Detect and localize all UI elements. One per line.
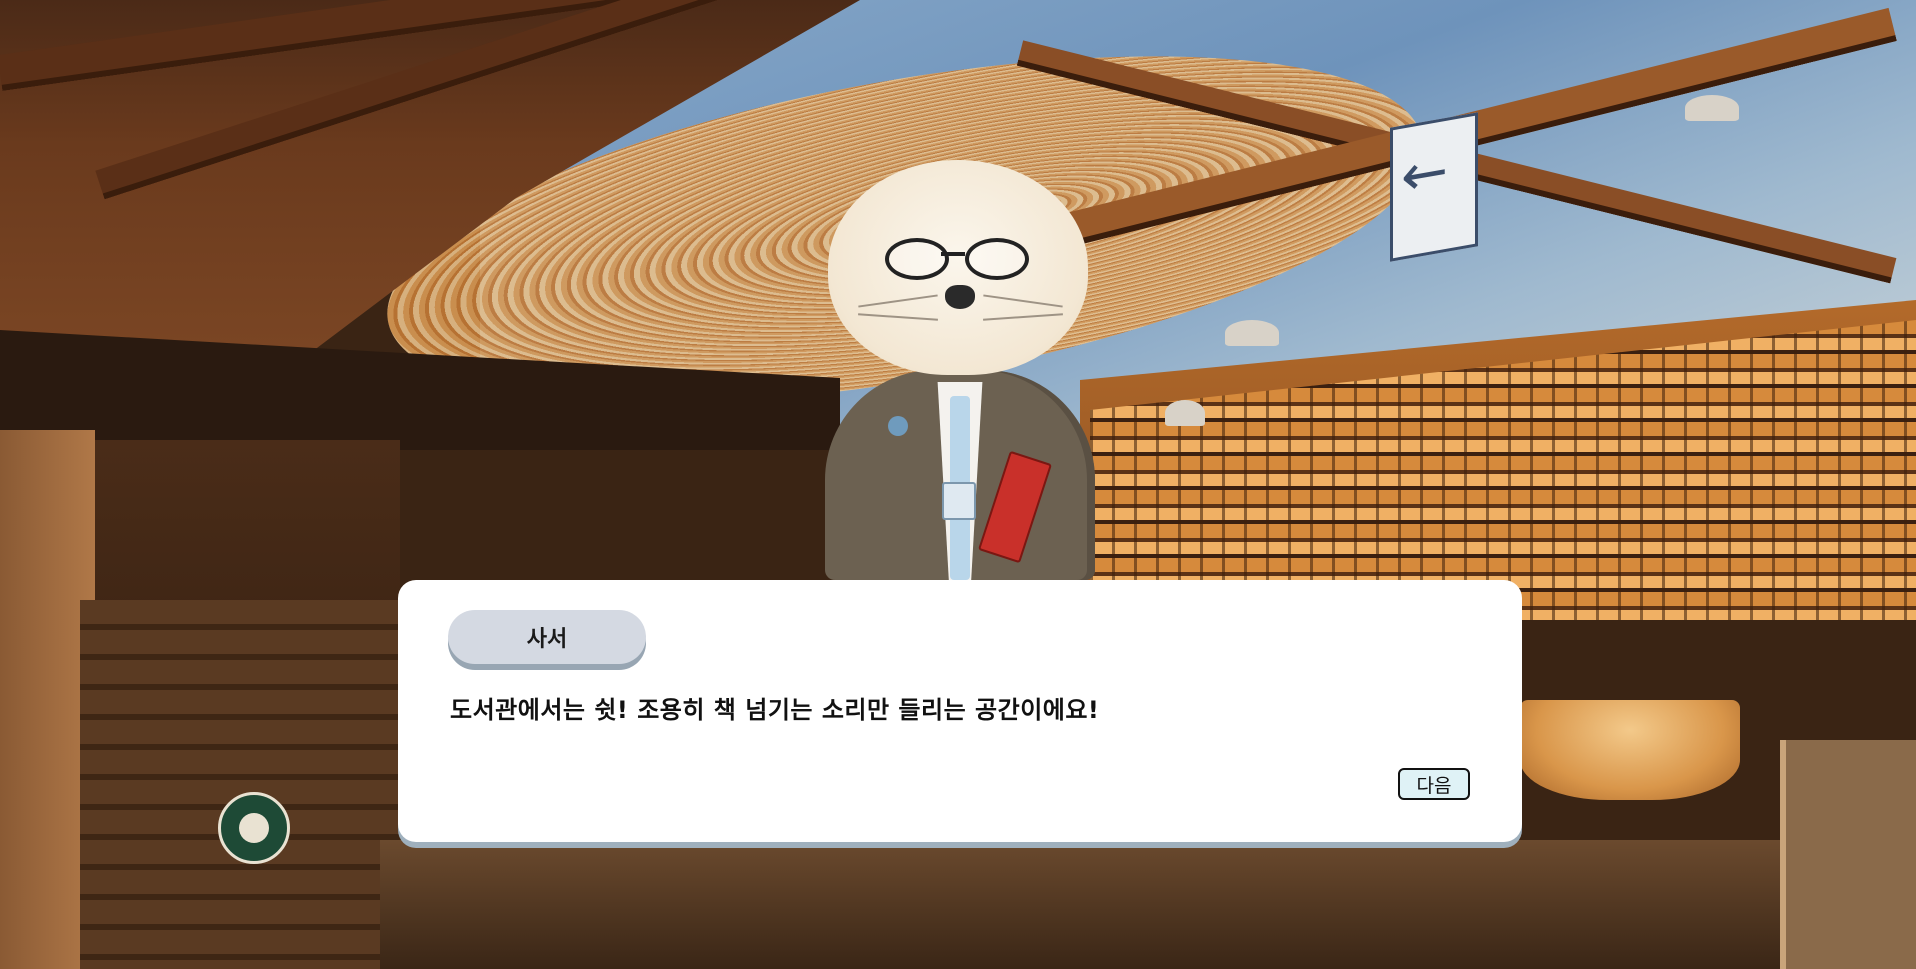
glasses-lens (885, 238, 949, 280)
direction-arrow-icon (1390, 112, 1478, 262)
dialog-box: 사서 도서관에서는 쉿! 조용히 책 넘기는 소리만 들리는 공간이에요! 다음 (398, 580, 1522, 842)
librarian-otter-character (810, 160, 1110, 580)
dialog-text: 도서관에서는 쉿! 조용히 책 넘기는 소리만 들리는 공간이에요! (450, 696, 1100, 724)
nose (945, 285, 975, 309)
wall-panel (1780, 740, 1916, 969)
otter-head (828, 160, 1088, 375)
cafe-logo-icon (218, 792, 290, 864)
glasses-bridge (941, 252, 965, 256)
speaker-name-tag: 사서 (448, 610, 646, 664)
floor (380, 840, 1916, 969)
whisker (983, 313, 1063, 321)
lamp (1520, 700, 1740, 800)
id-badge (942, 482, 976, 520)
whisker (983, 294, 1063, 308)
pendant-lamp (1165, 400, 1205, 426)
pendant-lamp (1225, 320, 1279, 346)
glasses-lens (965, 238, 1029, 280)
cafe-counter (80, 600, 400, 969)
next-button[interactable]: 다음 (1398, 768, 1470, 800)
whisker (858, 313, 938, 321)
pocket-pin-icon (888, 416, 908, 436)
pendant-lamp (1685, 95, 1739, 121)
whisker (858, 294, 938, 308)
